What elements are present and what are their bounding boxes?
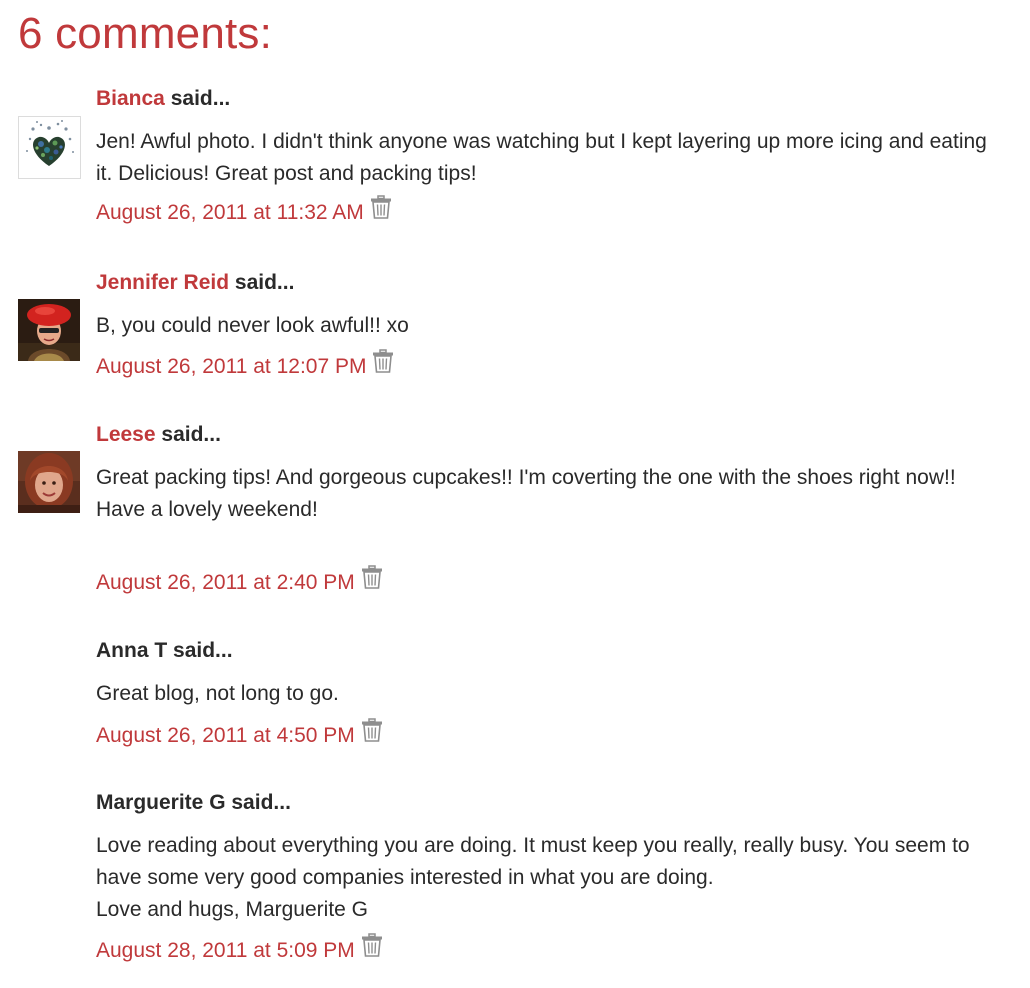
comment-footer: August 26, 2011 at 2:40 PM — [96, 564, 383, 598]
comment-footer: August 26, 2011 at 4:50 PM — [96, 717, 383, 751]
comment-author-name: Marguerite G — [96, 791, 226, 814]
comment-author-name: Anna T — [96, 639, 168, 662]
red-beret-woman-avatar-image — [18, 299, 80, 361]
comment-body: Great blog, not long to go. — [96, 678, 1006, 710]
avatar[interactable] — [18, 451, 80, 513]
comment-author-line: Anna T said... — [96, 638, 233, 664]
comment-author-line: Bianca said... — [96, 86, 230, 112]
comment-body: Jen! Awful photo. I didn't think anyone … — [96, 126, 1006, 190]
comment-footer: August 28, 2011 at 5:09 PM — [96, 932, 383, 966]
heart-collage-avatar-image — [19, 117, 80, 178]
said-label: said... — [173, 639, 233, 662]
said-label: said... — [161, 423, 221, 446]
red-haired-woman-avatar-image — [18, 451, 80, 513]
avatar[interactable] — [18, 116, 81, 179]
comment-timestamp-link[interactable]: August 26, 2011 at 11:32 AM — [96, 200, 364, 226]
comment-body-line: B, you could never look awful!! xo — [96, 314, 409, 337]
comment-author-link[interactable]: Leese — [96, 423, 156, 446]
comment-body: B, you could never look awful!! xo — [96, 310, 1006, 342]
comment-timestamp-link[interactable]: August 26, 2011 at 12:07 PM — [96, 354, 366, 380]
comment-body-line: Great blog, not long to go. — [96, 682, 339, 705]
delete-comment-icon[interactable] — [372, 348, 394, 378]
comment-body-line: Have a lovely weekend! — [96, 498, 318, 521]
comment-body: Great packing tips! And gorgeous cupcake… — [96, 462, 1006, 526]
comment-timestamp-link[interactable]: August 26, 2011 at 2:40 PM — [96, 570, 355, 596]
comments-heading: 6 comments: — [18, 9, 273, 58]
said-label: said... — [170, 87, 231, 110]
comment-body-line: Great packing tips! And gorgeous cupcake… — [96, 466, 956, 489]
comment-footer: August 26, 2011 at 12:07 PM — [96, 348, 394, 382]
comment-body-line: Jen! Awful photo. I didn't think anyone … — [96, 130, 987, 185]
comment-author-line: Marguerite G said... — [96, 790, 291, 816]
delete-comment-icon[interactable] — [361, 932, 383, 962]
comment-footer: August 26, 2011 at 11:32 AM — [96, 194, 392, 228]
comment-author-line: Jennifer Reid said... — [96, 270, 294, 296]
comment-timestamp-link[interactable]: August 26, 2011 at 4:50 PM — [96, 723, 355, 749]
delete-comment-icon[interactable] — [361, 717, 383, 747]
said-label: said... — [231, 791, 291, 814]
comment-author-line: Leese said... — [96, 422, 221, 448]
delete-comment-icon[interactable] — [370, 194, 392, 224]
comment-body-line: Love and hugs, Marguerite G — [96, 898, 368, 921]
avatar[interactable] — [18, 299, 80, 361]
comment-author-link[interactable]: Bianca — [96, 87, 165, 110]
delete-comment-icon[interactable] — [361, 564, 383, 594]
comment-body-line: Love reading about everything you are do… — [96, 834, 970, 889]
comment-timestamp-link[interactable]: August 28, 2011 at 5:09 PM — [96, 938, 355, 964]
said-label: said... — [234, 271, 295, 294]
comment-author-link[interactable]: Jennifer Reid — [96, 271, 229, 294]
comment-body: Love reading about everything you are do… — [96, 830, 1006, 926]
